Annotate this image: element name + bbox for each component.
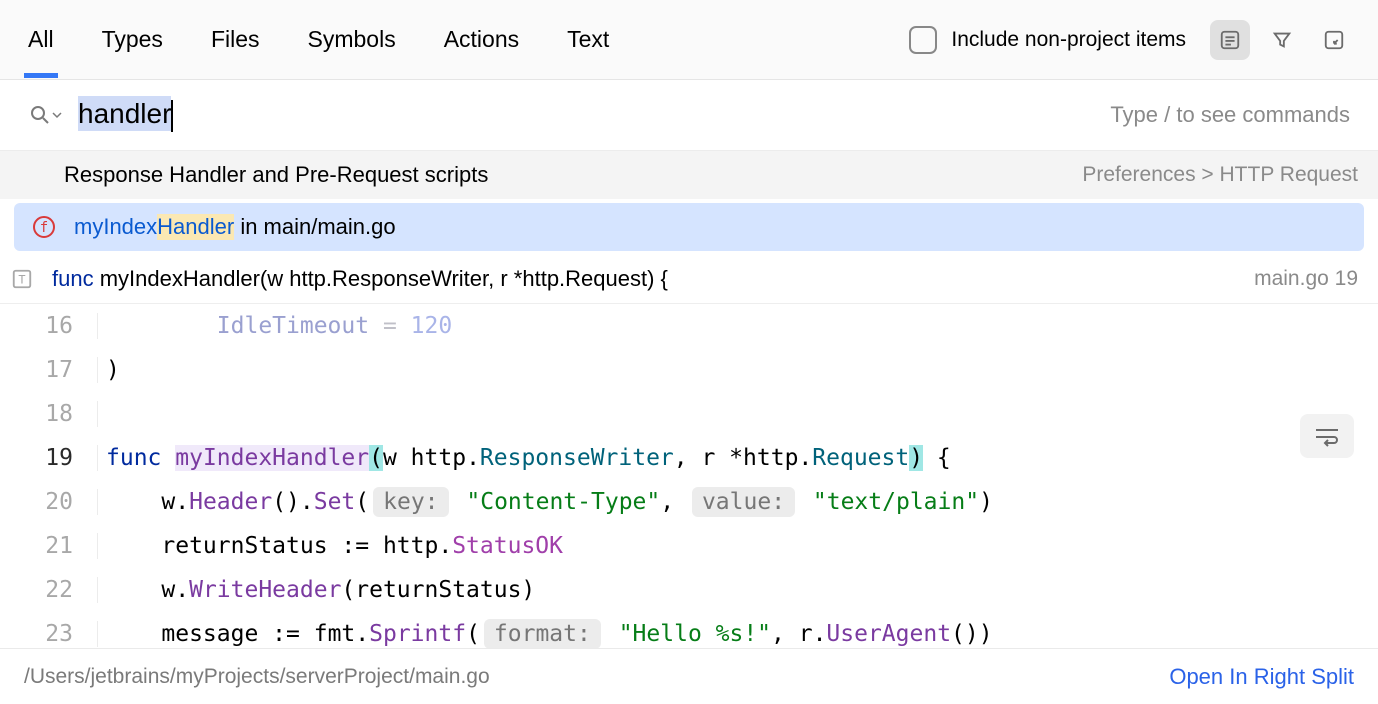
search-icon xyxy=(28,103,62,127)
result-decl-keyword: func xyxy=(52,266,94,292)
code-line-18: 18 xyxy=(0,392,1378,436)
gutter-20: 20 xyxy=(0,489,98,515)
gutter-16: 16 xyxy=(0,313,98,339)
gutter-22: 22 xyxy=(0,577,98,603)
search-input[interactable]: handler xyxy=(78,98,173,132)
function-icon: f xyxy=(30,213,58,241)
gutter-23: 23 xyxy=(0,621,98,647)
result-preferences[interactable]: Response Handler and Pre-Request scripts… xyxy=(0,151,1378,199)
code-line-16: 16 IdleTimeout = 120 xyxy=(0,304,1378,348)
search-tabs: All Types Files Symbols Actions Text xyxy=(24,2,613,78)
footer-file-path: /Users/jetbrains/myProjects/serverProjec… xyxy=(24,665,490,689)
svg-text:f: f xyxy=(40,220,48,236)
gutter-21: 21 xyxy=(0,533,98,559)
search-row: handler Type / to see commands xyxy=(0,80,1378,151)
result-decl-location: main.go 19 xyxy=(1254,267,1358,291)
open-right-split-link[interactable]: Open In Right Split xyxy=(1169,664,1354,690)
result-fn-location: in main/main.go xyxy=(234,214,395,240)
open-in-tool-window-button[interactable] xyxy=(1314,20,1354,60)
gutter-17: 17 xyxy=(0,357,98,383)
result-function[interactable]: f myIndexHandler in main/main.go xyxy=(14,203,1364,251)
code-line-21: 21 returnStatus := http.StatusOK xyxy=(0,524,1378,568)
gutter-19: 19 xyxy=(0,445,98,471)
tab-symbols[interactable]: Symbols xyxy=(304,2,400,78)
tab-all[interactable]: All xyxy=(24,2,58,78)
result-fn-prefix: myIndex xyxy=(74,214,157,240)
search-hint: Type / to see commands xyxy=(1110,102,1350,128)
text-symbol-icon: T xyxy=(8,265,36,293)
editor-preview: 16 IdleTimeout = 120 17 ) 18 19 func myI… xyxy=(0,304,1378,656)
tab-text[interactable]: Text xyxy=(563,2,613,78)
svg-text:T: T xyxy=(18,272,25,286)
result-preferences-label: Response Handler and Pre-Request scripts xyxy=(64,162,488,188)
include-nonproject-checkbox[interactable]: Include non-project items xyxy=(909,26,1186,54)
result-declaration[interactable]: T func myIndexHandler(w http.ResponseWri… xyxy=(0,255,1378,304)
code-line-20: 20 w.Header().Set(key: "Content-Type", v… xyxy=(0,480,1378,524)
code-line-22: 22 w.WriteHeader(returnStatus) xyxy=(0,568,1378,612)
result-decl-signature: myIndexHandler(w http.ResponseWriter, r … xyxy=(94,266,668,292)
preview-toggle-button[interactable] xyxy=(1210,20,1250,60)
result-fn-match: Handler xyxy=(157,214,234,240)
result-preferences-location: Preferences > HTTP Request xyxy=(1082,163,1358,187)
tab-actions[interactable]: Actions xyxy=(440,2,523,78)
code-line-19: 19 func myIndexHandler(w http.ResponseWr… xyxy=(0,436,1378,480)
footer-bar: /Users/jetbrains/myProjects/serverProjec… xyxy=(0,648,1378,704)
include-nonproject-label: Include non-project items xyxy=(951,28,1186,52)
filter-button[interactable] xyxy=(1262,20,1302,60)
gutter-18: 18 xyxy=(0,401,98,427)
tab-types[interactable]: Types xyxy=(98,2,167,78)
checkbox-icon[interactable] xyxy=(909,26,937,54)
code-line-17: 17 ) xyxy=(0,348,1378,392)
soft-wrap-button[interactable] xyxy=(1300,414,1354,458)
tab-files[interactable]: Files xyxy=(207,2,264,78)
search-tabs-bar: All Types Files Symbols Actions Text Inc… xyxy=(0,0,1378,80)
